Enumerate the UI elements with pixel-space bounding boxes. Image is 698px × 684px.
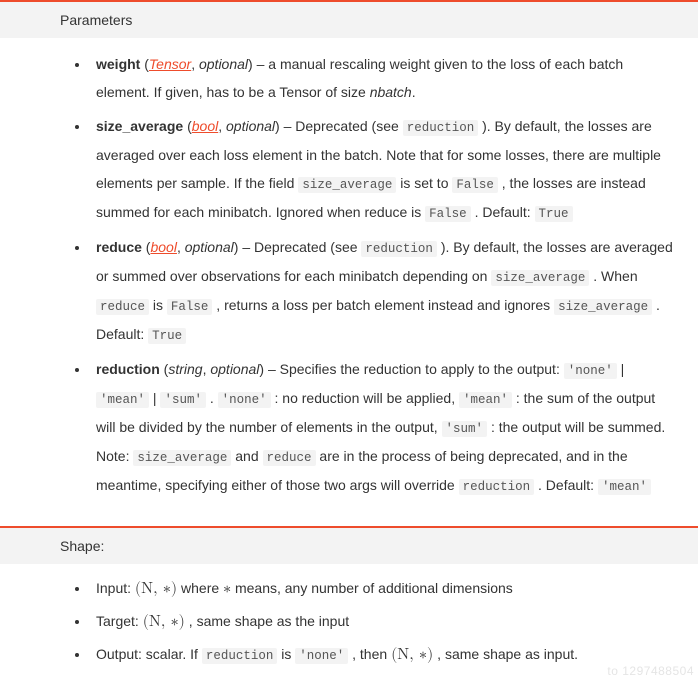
code-literal: False — [425, 206, 471, 222]
param-size-average: size_average (bool, optional) – Deprecat… — [90, 112, 678, 227]
parameters-title: Parameters — [60, 12, 132, 28]
param-name: weight — [96, 56, 140, 72]
optional-label: optional — [210, 361, 259, 377]
param-reduction: reduction (string, optional) – Specifies… — [90, 355, 678, 500]
code-literal: size_average — [491, 270, 589, 286]
tensor-type-link[interactable]: Tensor — [149, 56, 191, 72]
math-star: ∗ — [223, 581, 231, 597]
param-weight: weight (Tensor, optional) – a manual res… — [90, 50, 678, 106]
parameters-content: weight (Tensor, optional) – a manual res… — [0, 38, 698, 526]
code-literal: False — [167, 299, 213, 315]
optional-label: optional — [199, 56, 248, 72]
code-literal: reduction — [202, 648, 278, 664]
math-n-star: (N, ∗) — [135, 581, 177, 597]
code-literal: reduction — [459, 479, 535, 495]
param-name: reduce — [96, 239, 142, 255]
code-literal: size_average — [298, 177, 396, 193]
shape-header: Shape: — [0, 526, 698, 564]
code-literal: 'mean' — [96, 392, 149, 408]
code-literal: size_average — [554, 299, 652, 315]
parameters-header: Parameters — [0, 0, 698, 38]
shape-input: Input: (N, ∗) where ∗ means, any number … — [90, 576, 678, 603]
code-literal: 'none' — [564, 363, 617, 379]
code-literal: 'sum' — [160, 392, 206, 408]
code-literal: True — [148, 328, 186, 344]
shape-title: Shape: — [60, 538, 104, 554]
code-literal: 'sum' — [442, 421, 488, 437]
param-reduce: reduce (bool, optional) – Deprecated (se… — [90, 233, 678, 349]
code-literal: reduce — [263, 450, 316, 466]
shape-list: Input: (N, ∗) where ∗ means, any number … — [60, 576, 678, 670]
code-literal: True — [535, 206, 573, 222]
string-type: string — [168, 361, 202, 377]
bool-type-link[interactable]: bool — [192, 118, 218, 134]
code-literal: 'none' — [295, 648, 348, 664]
bool-type-link[interactable]: bool — [150, 239, 176, 255]
shape-target: Target: (N, ∗) , same shape as the input — [90, 609, 678, 636]
shape-output: Output: scalar. If reduction is 'none' ,… — [90, 642, 678, 669]
param-name: size_average — [96, 118, 183, 134]
parameters-list: weight (Tensor, optional) – a manual res… — [60, 50, 678, 500]
code-literal: 'none' — [218, 392, 271, 408]
optional-label: optional — [185, 239, 234, 255]
math-n-star: (N, ∗) — [391, 647, 433, 663]
code-literal: reduce — [96, 299, 149, 315]
code-literal: reduction — [361, 241, 437, 257]
param-name: reduction — [96, 361, 160, 377]
math-n-star: (N, ∗) — [143, 614, 185, 630]
optional-label: optional — [226, 118, 275, 134]
code-literal: False — [452, 177, 498, 193]
shape-content: Input: (N, ∗) where ∗ means, any number … — [0, 564, 698, 684]
code-literal: size_average — [133, 450, 231, 466]
code-literal: 'mean' — [598, 479, 651, 495]
code-literal: reduction — [403, 120, 479, 136]
nbatch-text: nbatch — [370, 84, 412, 100]
code-literal: 'mean' — [459, 392, 512, 408]
